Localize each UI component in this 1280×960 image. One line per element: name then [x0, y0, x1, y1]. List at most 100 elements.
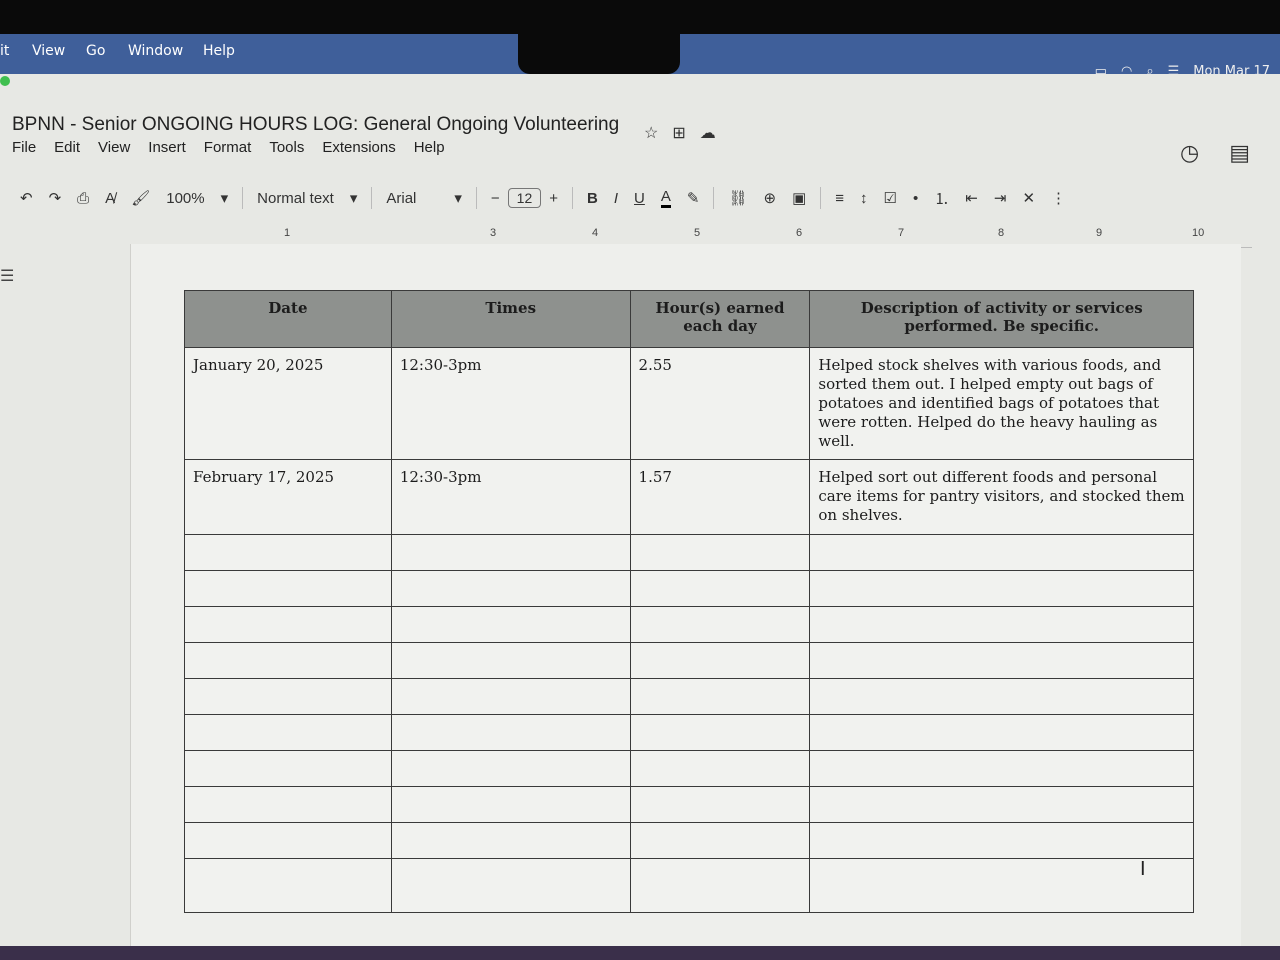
- menu-edit[interactable]: Edit: [54, 139, 80, 156]
- decrease-font-icon[interactable]: −: [491, 190, 500, 207]
- style-select[interactable]: Normal text: [257, 190, 334, 207]
- empty-cell[interactable]: [184, 822, 392, 859]
- empty-cell[interactable]: [390, 786, 631, 823]
- redo-icon[interactable]: ↷: [49, 189, 62, 207]
- cell-hours[interactable]: 2.55: [629, 347, 811, 460]
- more-icon[interactable]: ⋮: [1051, 189, 1066, 207]
- text-color-button[interactable]: A: [660, 188, 671, 208]
- empty-cell[interactable]: [390, 714, 631, 751]
- chevron-down-icon[interactable]: ▾: [350, 189, 358, 207]
- empty-cell[interactable]: [809, 786, 1194, 823]
- empty-cell[interactable]: [629, 570, 811, 607]
- decrease-indent-icon[interactable]: ⇤: [965, 189, 978, 207]
- cell-date[interactable]: January 20, 2025: [184, 347, 392, 460]
- underline-button[interactable]: U: [634, 190, 645, 207]
- empty-cell[interactable]: [390, 858, 631, 913]
- cell-hours[interactable]: 1.57: [629, 459, 811, 535]
- link-icon[interactable]: ⛓: [728, 189, 747, 207]
- menu-window[interactable]: Window: [128, 43, 183, 59]
- align-icon[interactable]: ≡: [835, 190, 844, 207]
- menu-go[interactable]: Go: [86, 43, 105, 59]
- empty-cell[interactable]: [629, 786, 811, 823]
- empty-cell[interactable]: [390, 822, 631, 859]
- increase-indent-icon[interactable]: ⇥: [994, 189, 1007, 207]
- menu-extensions[interactable]: Extensions: [322, 139, 395, 156]
- undo-icon[interactable]: ↶: [20, 189, 33, 207]
- empty-cell[interactable]: [809, 642, 1194, 679]
- bulleted-list-icon[interactable]: •: [913, 190, 918, 207]
- highlight-icon[interactable]: ✎: [687, 189, 700, 207]
- empty-cell[interactable]: [809, 714, 1194, 751]
- empty-cell[interactable]: [390, 534, 631, 571]
- empty-cell[interactable]: [184, 750, 392, 787]
- numbered-list-icon[interactable]: ⒈: [934, 188, 949, 209]
- empty-cell[interactable]: [809, 606, 1194, 643]
- spellcheck-icon[interactable]: A̸: [105, 190, 115, 207]
- menu-tools[interactable]: Tools: [269, 139, 304, 156]
- empty-cell[interactable]: [184, 570, 392, 607]
- empty-cell[interactable]: [629, 714, 811, 751]
- checklist-icon[interactable]: ☑: [884, 189, 897, 207]
- paint-format-icon[interactable]: 🖌: [131, 189, 150, 207]
- empty-cell[interactable]: [184, 642, 392, 679]
- empty-cell[interactable]: [390, 642, 631, 679]
- cell-times[interactable]: 12:30-3pm: [390, 347, 631, 460]
- increase-font-icon[interactable]: +: [549, 190, 558, 207]
- star-icon[interactable]: ☆: [644, 123, 658, 143]
- window-zoom-button[interactable]: [0, 76, 10, 86]
- menu-file[interactable]: File: [12, 139, 36, 156]
- menu-help[interactable]: Help: [414, 139, 445, 156]
- empty-cell[interactable]: [809, 534, 1194, 571]
- italic-button[interactable]: I: [614, 190, 618, 207]
- empty-cell[interactable]: [809, 570, 1194, 607]
- chevron-down-icon[interactable]: ▾: [454, 189, 462, 207]
- menu-insert[interactable]: Insert: [148, 139, 186, 156]
- doc-title[interactable]: BPNN - Senior ONGOING HOURS LOG: General…: [12, 114, 619, 136]
- font-select[interactable]: Arial: [386, 190, 416, 207]
- menu-format[interactable]: Format: [204, 139, 252, 156]
- empty-cell[interactable]: [809, 678, 1194, 715]
- insert-image-icon[interactable]: ▣: [792, 189, 806, 207]
- header-times[interactable]: Times: [390, 290, 631, 348]
- empty-cell[interactable]: [629, 750, 811, 787]
- empty-cell[interactable]: [629, 642, 811, 679]
- menu-view[interactable]: View: [98, 139, 130, 156]
- empty-cell[interactable]: [390, 678, 631, 715]
- cloud-status-icon[interactable]: ☁: [700, 123, 716, 143]
- empty-cell[interactable]: [390, 750, 631, 787]
- bold-button[interactable]: B: [587, 190, 598, 207]
- comments-icon[interactable]: ▤: [1229, 140, 1250, 166]
- empty-cell[interactable]: [184, 606, 392, 643]
- menu-view[interactable]: View: [32, 43, 65, 59]
- chevron-down-icon[interactable]: ▾: [221, 189, 229, 207]
- empty-cell[interactable]: [184, 858, 392, 913]
- cell-description[interactable]: Helped stock shelves with various foods,…: [809, 347, 1194, 460]
- print-icon[interactable]: ⎙: [77, 190, 89, 207]
- empty-cell[interactable]: [809, 822, 1194, 859]
- cell-times[interactable]: 12:30-3pm: [390, 459, 631, 535]
- empty-cell[interactable]: [390, 606, 631, 643]
- cell-date[interactable]: February 17, 2025: [184, 459, 392, 535]
- menu-edit-partial[interactable]: it: [0, 43, 9, 59]
- header-date[interactable]: Date: [184, 290, 392, 348]
- empty-cell[interactable]: [184, 678, 392, 715]
- empty-cell[interactable]: [629, 678, 811, 715]
- empty-cell[interactable]: [184, 714, 392, 751]
- empty-cell[interactable]: [809, 858, 1194, 913]
- empty-cell[interactable]: [629, 858, 811, 913]
- line-spacing-icon[interactable]: ↕: [860, 190, 868, 207]
- clear-formatting-icon[interactable]: ✕: [1022, 189, 1035, 207]
- header-description[interactable]: Description of activity or services perf…: [809, 290, 1194, 348]
- font-size-input[interactable]: 12: [507, 188, 542, 208]
- empty-cell[interactable]: [184, 786, 392, 823]
- empty-cell[interactable]: [629, 822, 811, 859]
- empty-cell[interactable]: [184, 534, 392, 571]
- move-folder-icon[interactable]: ⊞: [672, 123, 685, 143]
- add-comment-icon[interactable]: ⊕: [764, 189, 777, 207]
- menu-help[interactable]: Help: [203, 43, 235, 59]
- zoom-select[interactable]: 100%: [166, 190, 204, 207]
- empty-cell[interactable]: [629, 534, 811, 571]
- cell-description[interactable]: Helped sort out different foods and pers…: [809, 459, 1194, 535]
- empty-cell[interactable]: [390, 570, 631, 607]
- header-hours[interactable]: Hour(s) earned each day: [629, 290, 811, 348]
